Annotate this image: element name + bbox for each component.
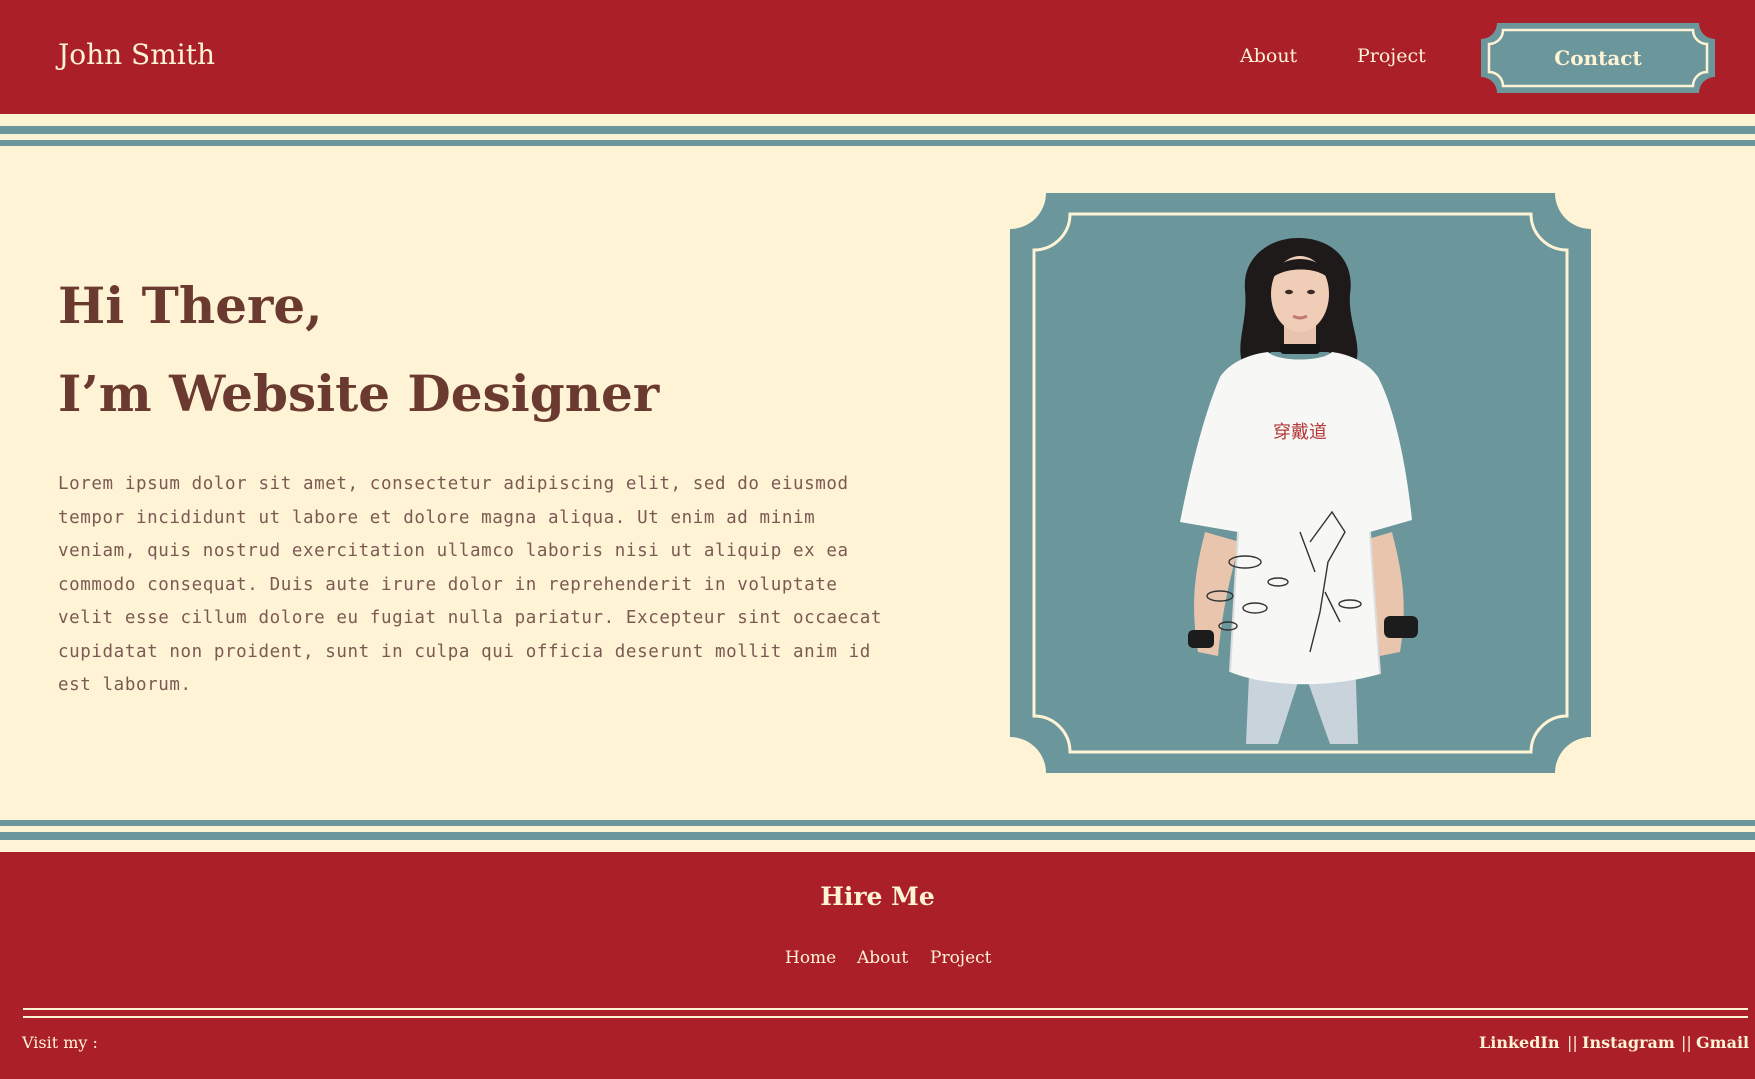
footer-nav-project[interactable]: Project (930, 948, 991, 968)
site-header: John Smith About Project Contact (0, 0, 1755, 114)
visit-label: Visit my : (22, 1033, 98, 1052)
top-stripe-2 (0, 140, 1755, 146)
bottom-stripe-2 (0, 832, 1755, 840)
footer-nav-about[interactable]: About (857, 948, 908, 968)
linkedin-link[interactable]: LinkedIn (1479, 1033, 1560, 1052)
footer-rule-1 (23, 1008, 1748, 1010)
separator: || (1681, 1033, 1692, 1052)
nav-project-link[interactable]: Project (1357, 45, 1426, 67)
footer-rule-2 (23, 1016, 1748, 1018)
contact-button-label: Contact (1554, 46, 1642, 70)
contact-button[interactable]: Contact (1481, 23, 1715, 93)
nav-about-link[interactable]: About (1240, 45, 1297, 67)
hero-title-line1: Hi There, (58, 276, 323, 335)
hire-me-heading: Hire Me (820, 882, 935, 911)
svg-text:穿戴道: 穿戴道 (1273, 422, 1327, 443)
separator: || (1567, 1033, 1578, 1052)
hero-description: Lorem ipsum dolor sit amet, consectetur … (58, 474, 883, 695)
brand-name[interactable]: John Smith (58, 38, 215, 71)
top-stripe-1 (0, 126, 1755, 134)
instagram-link[interactable]: Instagram (1582, 1033, 1675, 1052)
hero-title-line2: I’m Website Designer (58, 364, 660, 423)
portrait-photo: 穿戴道 (1180, 237, 1418, 744)
gmail-link[interactable]: Gmail (1696, 1033, 1749, 1052)
footer-nav-home[interactable]: Home (785, 948, 836, 968)
bottom-stripe-1 (0, 820, 1755, 826)
